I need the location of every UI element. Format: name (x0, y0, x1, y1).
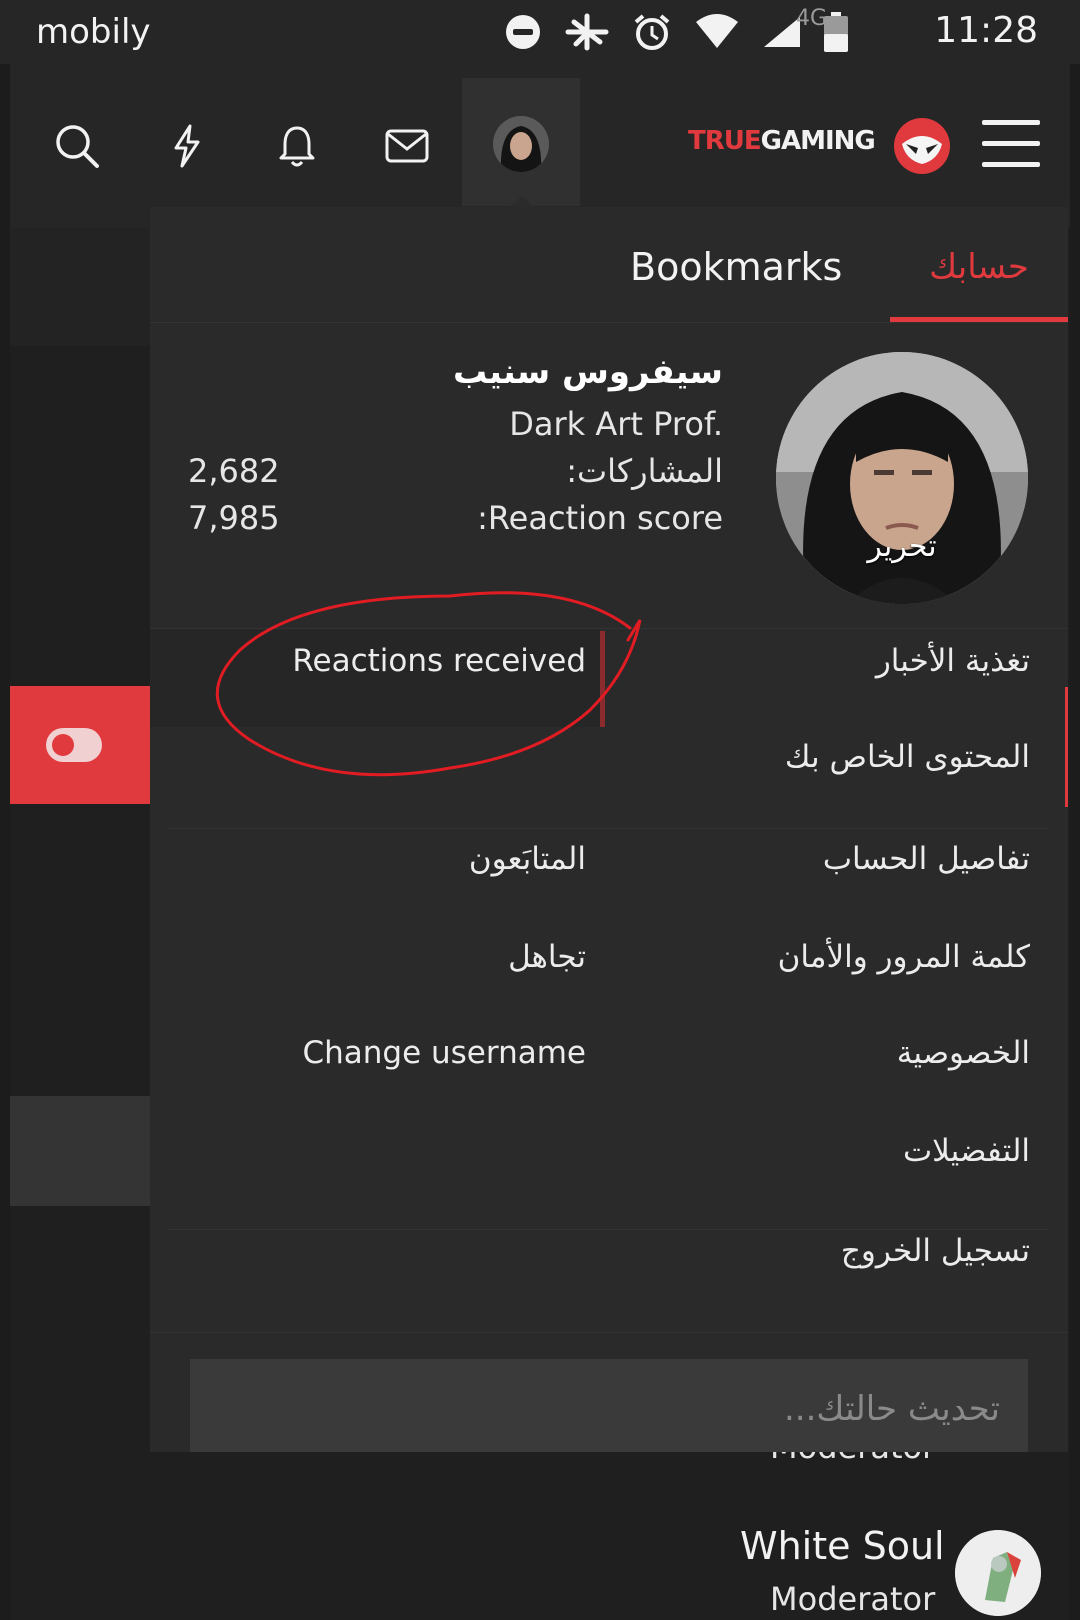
member-name[interactable]: White Soul (740, 1524, 945, 1568)
menu-item-change-username[interactable]: Change username (302, 1035, 586, 1071)
tab-bookmarks[interactable]: Bookmarks (630, 245, 842, 289)
clock: 11:28 (934, 10, 1038, 51)
network-type: 4G (796, 6, 828, 31)
menu-item-your-content[interactable]: المحتوى الخاص بك (785, 739, 1030, 775)
menu-item-log-out[interactable]: تسجيل الخروج (841, 1233, 1030, 1269)
background-strip (10, 1096, 150, 1206)
logo-mask-icon[interactable] (894, 118, 950, 174)
menu-item-following[interactable]: المتابَعون (469, 841, 586, 877)
scroll-accent (1065, 687, 1068, 807)
profile-avatar[interactable] (776, 352, 1028, 604)
avatar[interactable] (493, 116, 549, 172)
menu-item-privacy[interactable]: الخصوصية (897, 1035, 1030, 1071)
posts-value: 2,682 (188, 452, 280, 490)
dropdown-tabs: حسابك Bookmarks (150, 207, 1068, 323)
bell-icon[interactable] (262, 104, 332, 188)
member-avatar[interactable] (955, 1530, 1041, 1616)
reaction-score-value: 7,985 (188, 499, 280, 537)
username[interactable]: سيفروس سنيب (453, 352, 723, 392)
carrier-name: mobily (36, 12, 151, 52)
status-bar: mobily 4G 11:28 (0, 0, 1080, 64)
alarm-icon (632, 12, 672, 52)
menu-item-news-feed[interactable]: تغذية الأخبار (876, 643, 1030, 679)
mail-icon[interactable] (372, 104, 442, 188)
red-circle-annotation (215, 591, 642, 777)
menu-item-preferences[interactable]: التفضيلات (903, 1133, 1030, 1169)
menu-item-account-details[interactable]: تفاصيل الحساب (823, 841, 1030, 877)
flight-off-icon (564, 12, 610, 52)
divider (150, 1332, 1068, 1333)
dark-mode-toggle[interactable] (46, 728, 102, 762)
battery-icon (824, 12, 848, 52)
bolt-icon[interactable] (152, 104, 222, 188)
member-role: Moderator (770, 1580, 936, 1618)
account-dropdown: حسابك Bookmarks تحرير سيفروس سنيب Dark A… (150, 207, 1068, 1452)
status-update-input[interactable] (190, 1359, 1028, 1452)
divider (168, 1229, 1048, 1230)
user-title: Dark Art Prof. (509, 405, 723, 443)
background-strip (10, 228, 150, 346)
do-not-disturb-icon (504, 13, 542, 51)
search-icon[interactable] (42, 104, 112, 188)
tab-account[interactable]: حسابك (890, 207, 1068, 322)
hamburger-icon[interactable] (982, 120, 1040, 168)
posts-label: المشاركات: (566, 452, 723, 490)
edit-avatar-label[interactable]: تحرير (776, 529, 1028, 564)
reaction-score-label: :Reaction score (477, 499, 723, 537)
site-logo[interactable]: TRUEGAMING (688, 126, 876, 156)
menu-item-ignoring[interactable]: تجاهل (508, 939, 586, 975)
wifi-icon (694, 14, 740, 50)
menu-item-password-security[interactable]: كلمة المرور والأمان (778, 939, 1030, 975)
divider (168, 828, 1048, 829)
